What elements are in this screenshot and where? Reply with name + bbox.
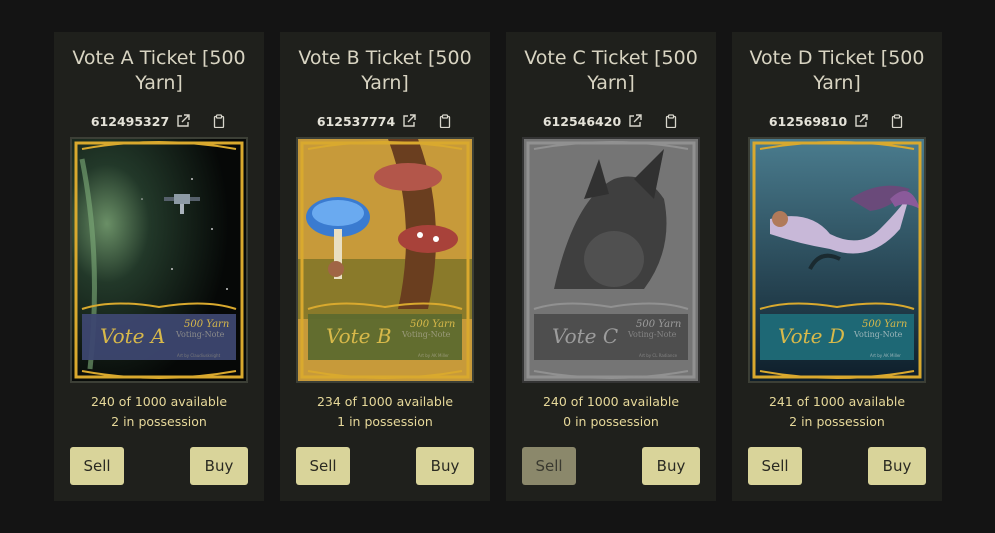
clipboard-icon[interactable] [889,113,905,129]
availability-text: 240 of 1000 available [90,394,228,409]
ticket-title: Vote B Ticket [500 Yarn] [298,47,472,94]
sell-button[interactable]: Sell [522,447,576,485]
art-credit: Art by Claudiusknight [177,353,221,358]
clipboard-icon[interactable] [211,113,227,129]
clipboard-icon[interactable] [663,113,679,129]
badge-sub-text: Voting-Note [401,330,451,339]
ticket-id-row: 612495327 [54,112,264,130]
ticket-id: 612537774 [316,113,396,129]
vote-a-art-text: Vote A [100,324,165,348]
ticket-id-row: 612537774 [280,112,490,130]
possession-text: 2 in possession [111,414,207,429]
badge-text: 500 Yarn [862,319,907,330]
badge-text: 500 Yarn [410,319,455,330]
art-credit: Art by CL Radiance [639,353,678,358]
ticket-id-row: 612569810 [732,112,942,130]
badge-text: 500 Yarn [184,319,229,330]
availability-text: 234 of 1000 available [316,394,454,409]
buy-button[interactable]: Buy [642,447,700,485]
possession-text: 1 in possession [337,414,433,429]
availability-text: 241 of 1000 available [768,394,906,409]
ticket-artwork[interactable]: Vote C 500 Yarn Voting-Note Art by CL Ra… [522,137,700,383]
ticket-stats: 240 of 1000 available 0 in possession [506,392,716,432]
external-link-icon[interactable] [853,113,869,129]
ticket-artwork[interactable]: Vote D 500 Yarn Voting-Note Art by AK Mi… [748,137,926,383]
ticket-title: Vote C Ticket [500 Yarn] [524,47,698,94]
buy-button[interactable]: Buy [868,447,926,485]
badge-sub-text: Voting-Note [853,330,903,339]
buy-button[interactable]: Buy [416,447,474,485]
ticket-id: 612495327 [90,113,170,129]
external-link-icon[interactable] [175,113,191,129]
ticket-card-vote-d: Vote D Ticket [500 Yarn] 612569810 Vote … [732,32,942,501]
sell-button[interactable]: Sell [70,447,124,485]
ticket-card-vote-a: Vote A Ticket [500 Yarn] 612495327 Vote … [54,32,264,501]
ticket-artwork[interactable]: Vote A 500 Yarn Voting-Note Art by Claud… [70,137,248,383]
art-credit: Art by AK Miller [418,353,449,358]
ticket-id-row: 612546420 [506,112,716,130]
possession-text: 2 in possession [789,414,885,429]
sell-button[interactable]: Sell [748,447,802,485]
vote-c-art-text: Vote C [552,324,618,348]
ticket-title: Vote A Ticket [500 Yarn] [72,47,246,94]
ticket-stats: 241 of 1000 available 2 in possession [732,392,942,432]
vote-b-art-text: Vote B [326,324,392,348]
art-credit: Art by AK Miller [870,353,901,358]
ticket-title: Vote D Ticket [500 Yarn] [749,47,925,94]
badge-text: 500 Yarn [636,319,681,330]
external-link-icon[interactable] [627,113,643,129]
clipboard-icon[interactable] [437,113,453,129]
ticket-grid: Vote A Ticket [500 Yarn] 612495327 Vote … [54,32,942,501]
availability-text: 240 of 1000 available [542,394,680,409]
external-link-icon[interactable] [401,113,417,129]
badge-sub-text: Voting-Note [627,330,677,339]
buy-button[interactable]: Buy [190,447,248,485]
ticket-id: 612546420 [542,113,622,129]
ticket-artwork[interactable]: Vote B 500 Yarn Voting-Note Art by AK Mi… [296,137,474,383]
ticket-stats: 240 of 1000 available 2 in possession [54,392,264,432]
vote-d-art-text: Vote D [778,324,845,348]
possession-text: 0 in possession [563,414,659,429]
badge-sub-text: Voting-Note [175,330,225,339]
ticket-card-vote-b: Vote B Ticket [500 Yarn] 612537774 Vote … [280,32,490,501]
ticket-id: 612569810 [768,113,848,129]
ticket-stats: 234 of 1000 available 1 in possession [280,392,490,432]
sell-button[interactable]: Sell [296,447,350,485]
ticket-card-vote-c: Vote C Ticket [500 Yarn] 612546420 Vote … [506,32,716,501]
